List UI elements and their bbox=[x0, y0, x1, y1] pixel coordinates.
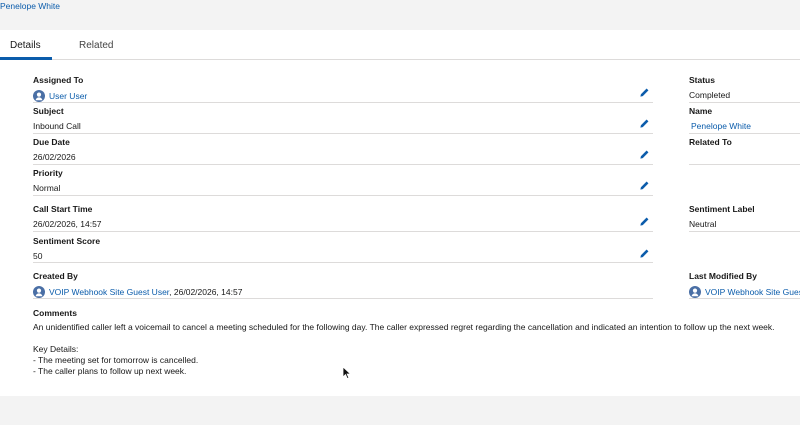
tab-bar: Details Related bbox=[0, 30, 800, 60]
field-label: Priority bbox=[33, 168, 63, 178]
pencil-icon[interactable] bbox=[639, 118, 650, 129]
field-last-modified-by: Last Modified By VOIP Webhook Site Guest bbox=[689, 271, 800, 298]
divider bbox=[33, 231, 653, 232]
divider bbox=[689, 102, 800, 103]
divider bbox=[33, 102, 653, 103]
field-subject: Subject Inbound Call bbox=[33, 106, 653, 131]
comment-line: An unidentified caller left a voicemail … bbox=[33, 322, 775, 332]
field-label: Sentiment Score bbox=[33, 236, 101, 246]
mouse-cursor-icon bbox=[342, 366, 352, 380]
field-label: Name bbox=[689, 106, 713, 116]
tab-details[interactable]: Details bbox=[10, 40, 41, 51]
field-label: Last Modified By bbox=[689, 271, 758, 281]
record-detail-card: Details Related Assigned To User User Su… bbox=[0, 30, 800, 396]
field-status: Status Completed bbox=[689, 75, 800, 100]
field-comments: Comments An unidentified caller left a v… bbox=[33, 308, 793, 377]
pencil-icon[interactable] bbox=[639, 216, 650, 227]
field-value: 50 bbox=[33, 251, 43, 261]
divider bbox=[33, 164, 653, 165]
active-tab-indicator bbox=[0, 57, 52, 60]
tab-related[interactable]: Related bbox=[79, 40, 113, 51]
field-label: Subject bbox=[33, 106, 64, 116]
divider bbox=[33, 195, 653, 196]
field-value: VOIP Webhook Site Guest User, 26/02/2026… bbox=[33, 286, 653, 298]
field-label: Status bbox=[689, 75, 715, 85]
field-value: VOIP Webhook Site Guest bbox=[689, 286, 800, 298]
field-assigned-to: Assigned To User User bbox=[33, 75, 653, 102]
field-value: Neutral bbox=[689, 219, 717, 229]
divider bbox=[33, 133, 653, 134]
record-name-link[interactable]: Penelope White bbox=[0, 1, 60, 11]
divider bbox=[689, 298, 800, 299]
created-by-date: , 26/02/2026, 14:57 bbox=[169, 287, 243, 297]
top-bar: Penelope White bbox=[0, 0, 800, 30]
comment-line bbox=[33, 333, 793, 344]
field-value: User User bbox=[33, 90, 653, 102]
field-label: Related To bbox=[689, 137, 732, 147]
field-value: 26/02/2026 bbox=[33, 152, 76, 162]
field-label: Created By bbox=[33, 271, 78, 281]
field-created-by: Created By VOIP Webhook Site Guest User,… bbox=[33, 271, 653, 298]
field-value: Penelope White bbox=[689, 121, 800, 131]
name-link[interactable]: Penelope White bbox=[691, 121, 751, 131]
user-avatar-icon bbox=[33, 286, 45, 298]
user-avatar-icon bbox=[689, 286, 701, 298]
pencil-icon[interactable] bbox=[639, 87, 650, 98]
field-due-date: Due Date 26/02/2026 bbox=[33, 137, 653, 162]
field-label: Assigned To bbox=[33, 75, 84, 85]
field-label: Due Date bbox=[33, 137, 70, 147]
comments-body: An unidentified caller left a voicemail … bbox=[33, 322, 793, 377]
pencil-icon[interactable] bbox=[639, 149, 650, 160]
user-avatar-icon bbox=[33, 90, 45, 102]
comment-line: - The meeting set for tomorrow is cancel… bbox=[33, 355, 199, 365]
field-value: Inbound Call bbox=[33, 121, 81, 131]
divider bbox=[689, 164, 800, 165]
field-sentiment-score: Sentiment Score 50 bbox=[33, 236, 653, 261]
field-related-to: Related To bbox=[689, 137, 800, 152]
field-priority: Priority Normal bbox=[33, 168, 653, 193]
field-name: Name Penelope White bbox=[689, 106, 800, 131]
field-sentiment-label: Sentiment Label Neutral bbox=[689, 204, 800, 229]
divider bbox=[33, 298, 653, 299]
field-label: Call Start Time bbox=[33, 204, 93, 214]
field-value: 26/02/2026, 14:57 bbox=[33, 219, 102, 229]
divider bbox=[689, 133, 800, 134]
last-modified-by-link[interactable]: VOIP Webhook Site Guest bbox=[705, 287, 800, 297]
pencil-icon[interactable] bbox=[639, 248, 650, 259]
field-call-start-time: Call Start Time 26/02/2026, 14:57 bbox=[33, 204, 653, 229]
field-value: Completed bbox=[689, 90, 731, 100]
divider bbox=[689, 231, 800, 232]
comment-line: Key Details: bbox=[33, 344, 79, 354]
pencil-icon[interactable] bbox=[639, 180, 650, 191]
created-by-link[interactable]: VOIP Webhook Site Guest User bbox=[49, 287, 169, 297]
field-label: Sentiment Label bbox=[689, 204, 755, 214]
divider bbox=[33, 262, 653, 263]
field-label: Comments bbox=[33, 308, 77, 318]
comment-line: - The caller plans to follow up next wee… bbox=[33, 366, 187, 376]
field-value: Normal bbox=[33, 183, 61, 193]
assigned-to-link[interactable]: User User bbox=[49, 91, 87, 101]
